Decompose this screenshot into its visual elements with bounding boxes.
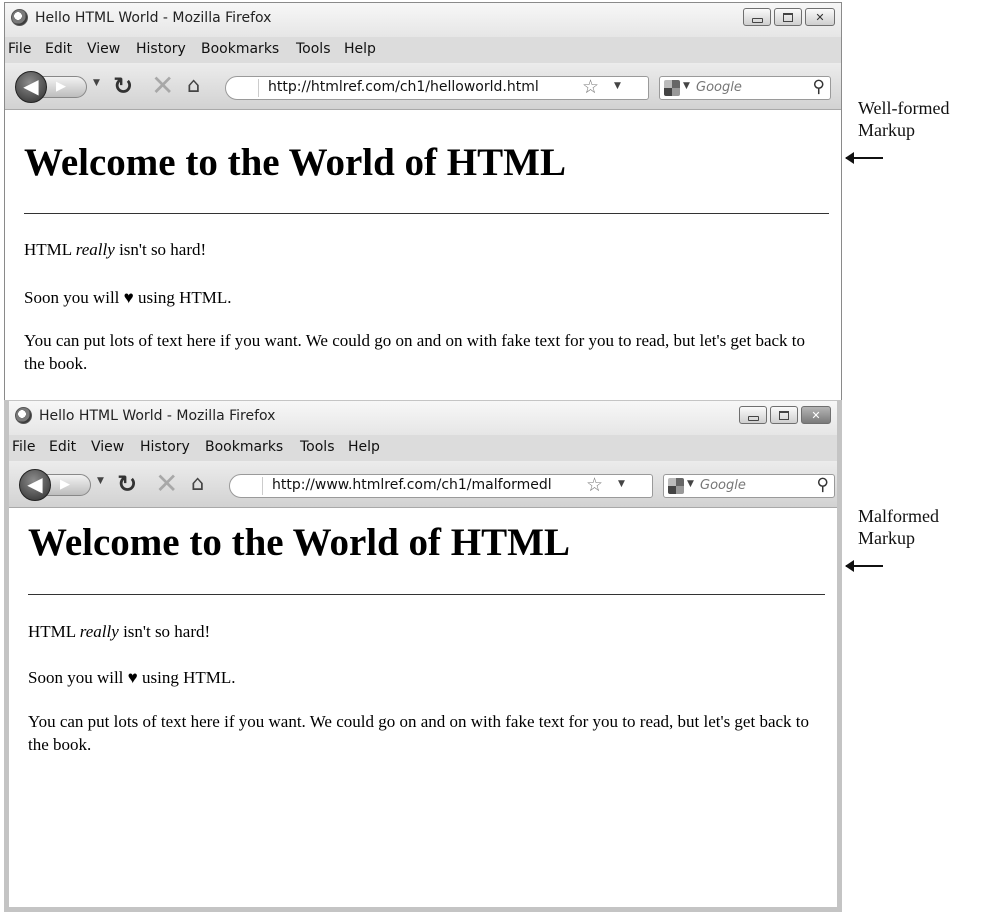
search-engine-icon[interactable] <box>668 478 684 494</box>
home-icon[interactable]: ⌂ <box>187 73 200 97</box>
search-box[interactable]: ▼ Google ⚲ <box>659 76 831 100</box>
page-heading: Welcome to the World of HTML <box>28 521 570 564</box>
firefox-logo-icon <box>15 407 32 424</box>
address-bar[interactable]: http://www.htmlref.com/ch1/malformedl ☆ … <box>229 474 653 498</box>
back-button[interactable]: ◀ <box>19 469 51 501</box>
annotation-line-2: Markup <box>858 120 915 140</box>
minimize-icon <box>747 415 759 421</box>
p1-emphasis: really <box>79 622 119 641</box>
firefox-logo-icon <box>11 9 28 26</box>
p1-text-b: isn't so hard! <box>118 622 211 641</box>
search-engine-icon[interactable] <box>664 80 680 96</box>
back-arrow-icon: ◀ <box>27 472 43 496</box>
forward-arrow-icon: ▶ <box>56 79 66 94</box>
paragraph-2: Soon you will ♥ using HTML. <box>28 668 236 687</box>
menu-tools[interactable]: Tools <box>296 41 331 57</box>
close-button[interactable]: ✕ <box>801 406 831 424</box>
menu-help[interactable]: Help <box>344 41 376 57</box>
minimize-icon <box>751 17 763 23</box>
left-arrow-icon <box>845 560 883 572</box>
window-title: Hello HTML World - Mozilla Firefox <box>35 10 272 26</box>
annotation-malformed: Malformed Markup <box>858 505 939 549</box>
annotation-line-1: Well-formed <box>858 98 950 118</box>
annotation-line-1: Malformed <box>858 506 939 526</box>
navigation-toolbar: ▶ ◀ ▼ ↻ ✕ ⌂ http://www.htmlref.com/ch1/m… <box>9 461 837 508</box>
search-box[interactable]: ▼ Google ⚲ <box>663 474 835 498</box>
menu-bookmarks[interactable]: Bookmarks <box>205 439 283 455</box>
stop-icon[interactable]: ✕ <box>151 69 174 102</box>
left-arrow-icon <box>845 152 883 164</box>
engine-dropdown-icon[interactable]: ▼ <box>687 479 694 489</box>
maximize-icon <box>783 12 793 22</box>
p1-text-a: HTML <box>28 622 80 641</box>
minimize-button[interactable] <box>739 406 767 424</box>
p1-emphasis: really <box>75 240 115 259</box>
paragraph-3: You can put lots of text here if you wan… <box>28 712 810 754</box>
title-bar: Hello HTML World - Mozilla Firefox ✕ <box>5 3 841 37</box>
menu-bookmarks[interactable]: Bookmarks <box>201 41 279 57</box>
paragraph-3: You can put lots of text here if you wan… <box>24 331 806 373</box>
page-content: Welcome to the World of HTML HTML really… <box>5 110 841 401</box>
menu-edit[interactable]: Edit <box>45 41 72 57</box>
p1-text-b: isn't so hard! <box>114 240 207 259</box>
search-input[interactable]: Google <box>696 80 742 95</box>
stop-icon[interactable]: ✕ <box>155 467 178 500</box>
history-dropdown-icon[interactable]: ▼ <box>93 78 100 88</box>
url-input[interactable]: http://htmlref.com/ch1/helloworld.html <box>268 79 568 95</box>
star-icon[interactable]: ☆ <box>582 76 599 98</box>
star-icon[interactable]: ☆ <box>586 474 603 496</box>
menu-bar: File Edit View History Bookmarks Tools H… <box>5 39 841 61</box>
paragraph-2: Soon you will ♥ using HTML. <box>24 288 232 307</box>
close-button[interactable]: ✕ <box>805 8 835 26</box>
page-heading: Welcome to the World of HTML <box>24 141 566 184</box>
paragraph-1: HTML really isn't so hard! <box>24 238 829 261</box>
magnifier-icon[interactable]: ⚲ <box>817 475 829 495</box>
maximize-icon <box>779 410 789 420</box>
back-button[interactable]: ◀ <box>15 71 47 103</box>
menu-tools[interactable]: Tools <box>300 439 335 455</box>
annotation-line-2: Markup <box>858 528 915 548</box>
horizontal-rule <box>28 594 825 595</box>
close-icon: ✕ <box>811 408 821 422</box>
menu-file[interactable]: File <box>12 439 35 455</box>
title-bar: Hello HTML World - Mozilla Firefox ✕ <box>9 401 837 435</box>
magnifier-icon[interactable]: ⚲ <box>813 77 825 97</box>
menu-history[interactable]: History <box>136 41 186 57</box>
history-dropdown-icon[interactable]: ▼ <box>97 476 104 486</box>
minimize-button[interactable] <box>743 8 771 26</box>
maximize-button[interactable] <box>774 8 802 26</box>
menu-view[interactable]: View <box>91 439 124 455</box>
search-input[interactable]: Google <box>700 478 746 493</box>
browser-window-well-formed: Hello HTML World - Mozilla Firefox ✕ Fil… <box>4 2 842 402</box>
menu-view[interactable]: View <box>87 41 120 57</box>
reload-icon[interactable]: ↻ <box>113 72 133 100</box>
annotation-well-formed: Well-formed Markup <box>858 97 950 141</box>
browser-window-malformed: Hello HTML World - Mozilla Firefox ✕ Fil… <box>4 400 842 912</box>
window-title: Hello HTML World - Mozilla Firefox <box>39 408 276 424</box>
engine-dropdown-icon[interactable]: ▼ <box>683 81 690 91</box>
forward-arrow-icon: ▶ <box>60 477 70 492</box>
p1-text-a: HTML <box>24 240 76 259</box>
site-identity-icon[interactable] <box>236 79 259 97</box>
maximize-button[interactable] <box>770 406 798 424</box>
site-identity-icon[interactable] <box>240 477 263 495</box>
url-input[interactable]: http://www.htmlref.com/ch1/malformedl <box>272 477 572 493</box>
paragraph-1: HTML really isn't so hard! <box>28 620 825 643</box>
menu-file[interactable]: File <box>8 41 31 57</box>
menu-help[interactable]: Help <box>348 439 380 455</box>
close-icon: ✕ <box>815 10 825 24</box>
back-arrow-icon: ◀ <box>23 74 39 98</box>
menu-bar: File Edit View History Bookmarks Tools H… <box>9 437 837 459</box>
address-bar[interactable]: http://htmlref.com/ch1/helloworld.html ☆… <box>225 76 649 100</box>
menu-history[interactable]: History <box>140 439 190 455</box>
page-content: Welcome to the World of HTML HTML really… <box>9 508 837 907</box>
menu-edit[interactable]: Edit <box>49 439 76 455</box>
url-dropdown-icon[interactable]: ▼ <box>618 479 625 489</box>
home-icon[interactable]: ⌂ <box>191 471 204 495</box>
reload-icon[interactable]: ↻ <box>117 470 137 498</box>
url-dropdown-icon[interactable]: ▼ <box>614 81 621 91</box>
navigation-toolbar: ▶ ◀ ▼ ↻ ✕ ⌂ http://htmlref.com/ch1/hello… <box>5 63 841 110</box>
horizontal-rule <box>24 213 829 214</box>
